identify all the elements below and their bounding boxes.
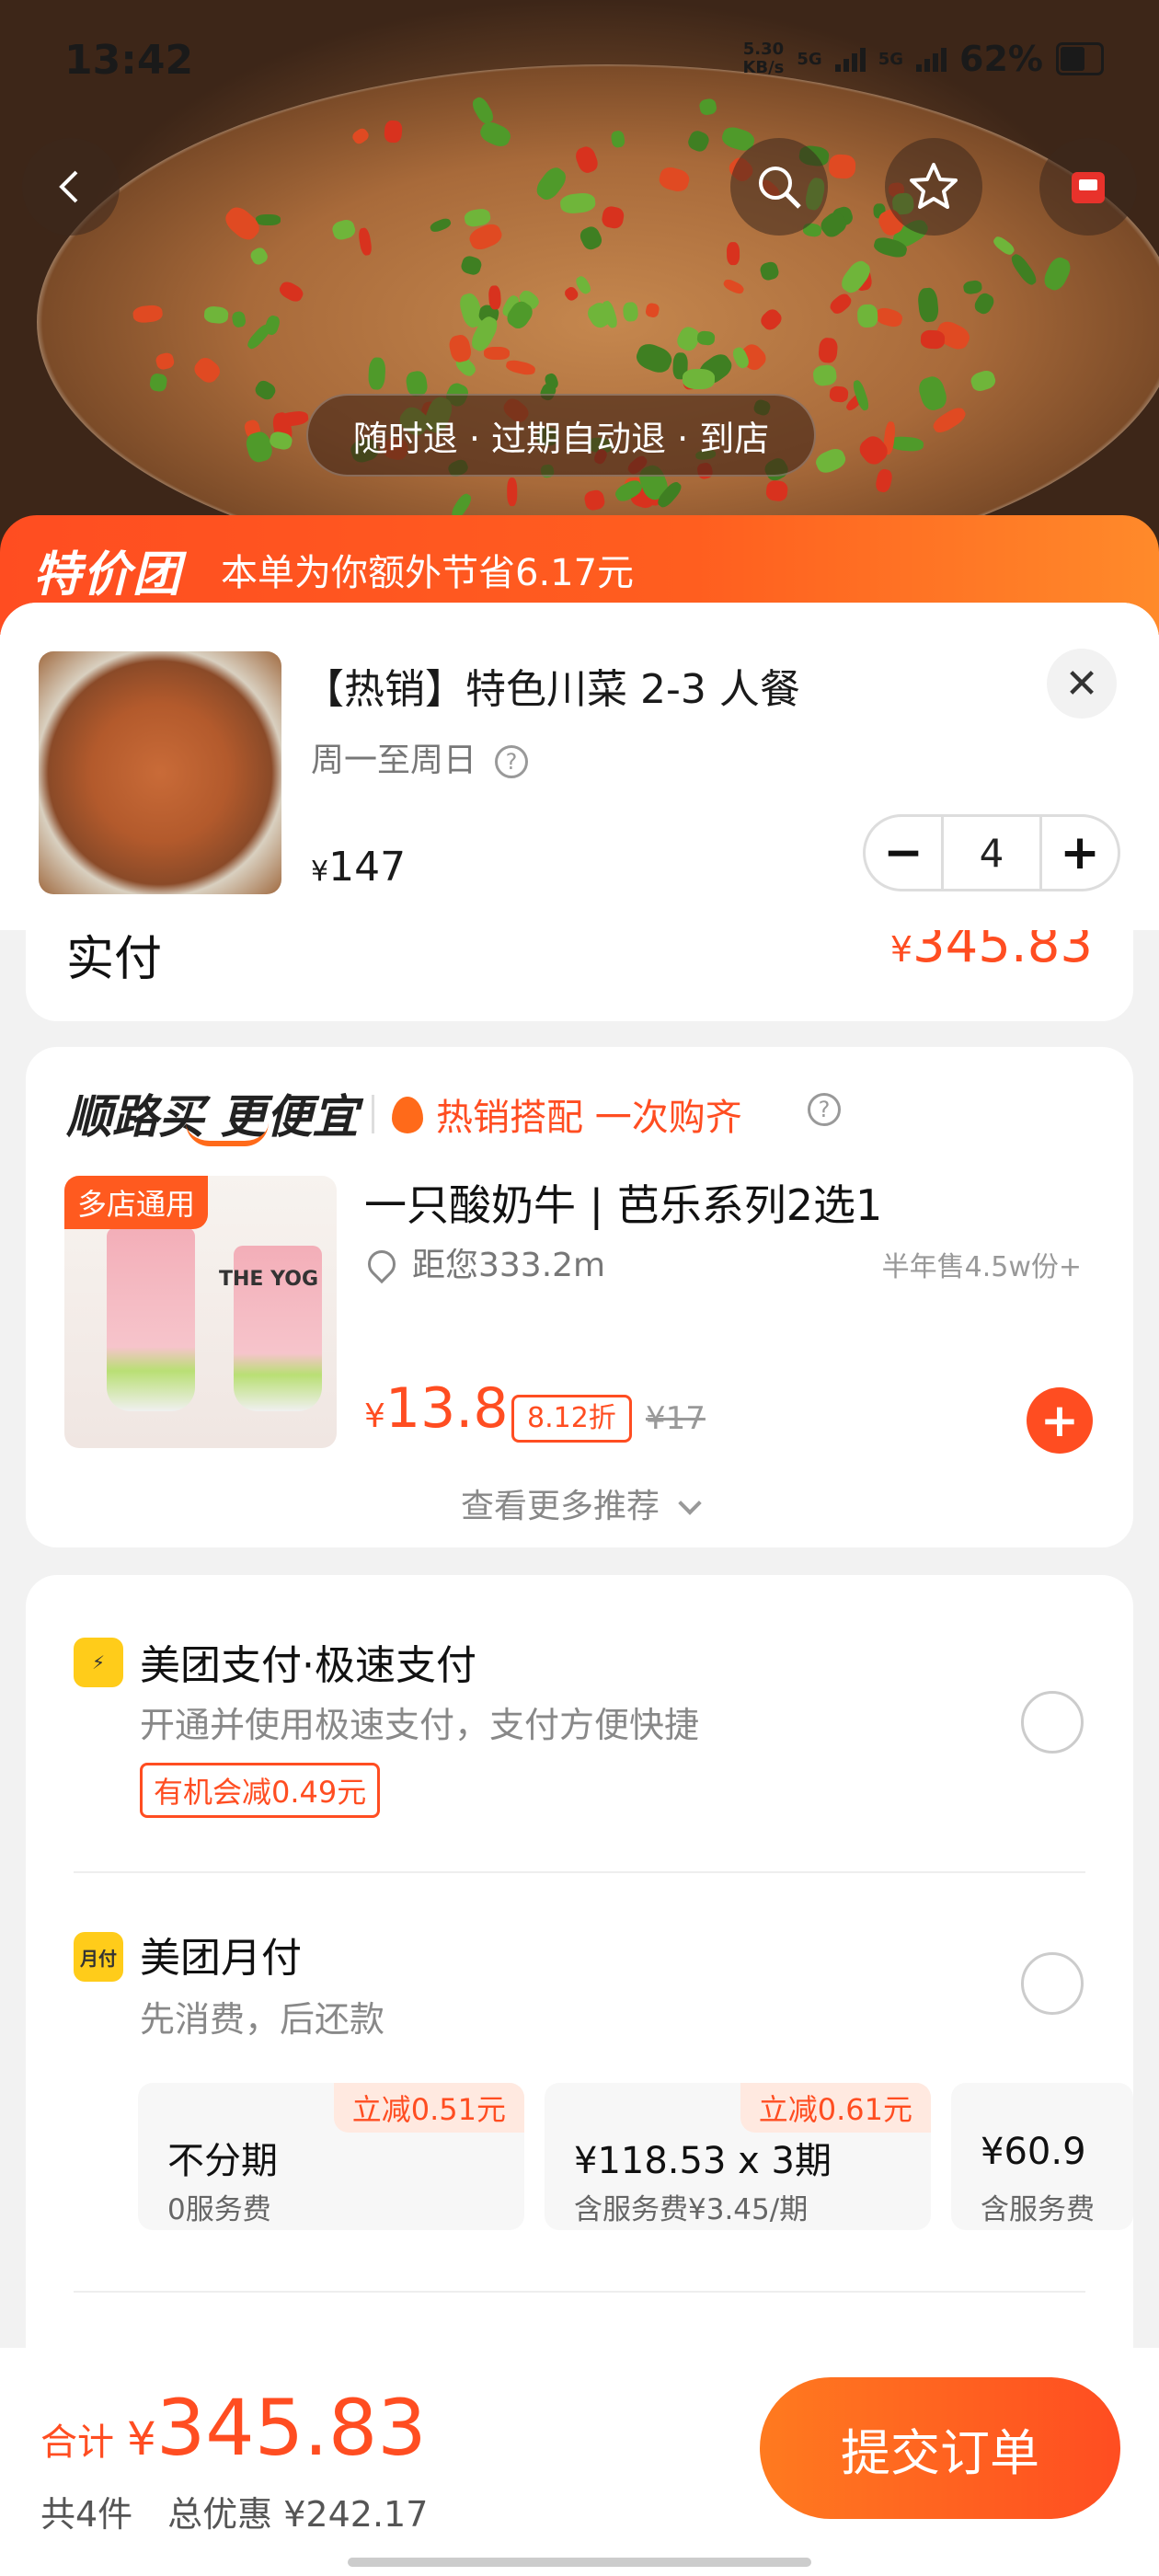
search-icon (759, 167, 801, 209)
chevron-left-icon (59, 170, 78, 203)
close-button[interactable]: ✕ (1047, 649, 1117, 719)
share-button[interactable] (1039, 138, 1137, 236)
garnish-speck (488, 284, 501, 310)
product-header: 【热销】特色川菜 2-3 人餐 周一至周日? ¥147 ✕ − 4 + (0, 603, 1159, 930)
monthly-pay-subtitle: 先消费，后还款 (140, 1999, 385, 2040)
combo-recommend-card: 顺路买 更便宜 热销搭配 一次购齐 ? THE YOG 多店通用 一只酸奶牛 |… (26, 1047, 1133, 1547)
combo-tagline: 热销搭配 一次购齐 (392, 1087, 742, 1141)
garnish-speck (818, 337, 839, 363)
garnish-speck (828, 153, 856, 179)
product-image (39, 651, 281, 894)
help-icon: ? (808, 1093, 841, 1126)
installment-option[interactable]: ¥60.9 含服务费 (951, 2083, 1133, 2230)
status-bar: 5.30 KB/s 5G 5G 62% (742, 39, 1104, 79)
submit-order-button[interactable]: 提交订单 (760, 2377, 1120, 2519)
garnish-speck (622, 301, 639, 322)
quantity-value[interactable]: 4 (941, 817, 1042, 889)
product-validity: 周一至周日? (311, 733, 529, 781)
garnish-speck (383, 120, 403, 144)
yogurt-sales: 半年售4.5w份+ (881, 1251, 1082, 1283)
installment-option[interactable]: 立减0.61元 ¥118.53 x 3期 含服务费¥3.45/期 (545, 2083, 931, 2230)
garnish-speck (726, 242, 740, 266)
fast-pay-subtitle: 开通并使用极速支付，支付方便快捷 (140, 1705, 700, 1745)
installment-discount: 立减0.51元 (333, 2083, 524, 2133)
divider (372, 1095, 374, 1133)
see-more-link[interactable]: 查看更多推荐 (26, 1479, 1133, 1527)
divider (74, 2291, 1085, 2293)
garnish-speck (856, 304, 878, 328)
garnish-speck (507, 477, 518, 506)
yogurt-price: ¥13.8 (364, 1376, 509, 1441)
hero-image: 13:42 5.30 KB/s 5G 5G 62% 随时退 · 过期自动退 · … (0, 0, 1159, 570)
help-icon[interactable]: ? (495, 745, 529, 778)
original-price: ¥17 (646, 1400, 706, 1437)
quantity-stepper: − 4 + (863, 814, 1120, 891)
product-title: 【热销】特色川菜 2-3 人餐 (304, 666, 800, 713)
installment-label: ¥118.53 x 3期 (574, 2140, 832, 2182)
multi-store-badge: 多店通用 (64, 1176, 209, 1229)
smile-underline (186, 1122, 269, 1146)
total-amount: ¥345.83 (127, 2383, 427, 2473)
monthly-pay-radio[interactable] (1021, 1952, 1084, 2015)
divider (74, 1871, 1085, 1873)
combo-brand: 顺路买 更便宜 (66, 1080, 358, 1146)
fast-pay-coupon: 有机会减0.49元 (140, 1763, 381, 1818)
installment-fee: 0服务费 (167, 2193, 271, 2226)
monthly-pay-title[interactable]: 美团月付 (140, 1925, 302, 1984)
decrease-button[interactable]: − (866, 817, 941, 889)
add-button[interactable]: + (1027, 1387, 1093, 1454)
net-speed: 5.30 KB/s (742, 40, 785, 77)
promo-logo: 特价团 (33, 547, 183, 603)
favorite-button[interactable] (885, 138, 982, 236)
yogurt-brand-label: THE YOG (219, 1268, 319, 1291)
signal-icon (916, 46, 947, 72)
search-button[interactable] (730, 138, 828, 236)
garnish-speck (696, 330, 716, 347)
star-icon (910, 163, 958, 209)
fast-pay-title[interactable]: 美团支付·极速支付 (140, 1632, 476, 1691)
location-pin-icon (361, 1244, 402, 1284)
signal-icon (834, 46, 866, 72)
monthly-pay-icon: 月付 (74, 1932, 123, 1982)
promo-savings: 本单为你额外节省6.17元 (221, 552, 635, 594)
installment-label: 不分期 (167, 2140, 278, 2182)
installment-option[interactable]: 立减0.51元 不分期 0服务费 (138, 2083, 524, 2230)
home-indicator[interactable] (348, 2558, 811, 2567)
battery-icon (1056, 42, 1104, 75)
status-time: 13:42 (64, 37, 194, 84)
back-button[interactable] (22, 138, 120, 236)
installment-discount: 立减0.61元 (740, 2083, 931, 2133)
total-label: 合计 (40, 2421, 114, 2464)
garnish-speck (256, 214, 281, 226)
fast-pay-radio[interactable] (1021, 1691, 1084, 1754)
installment-fee: 含服务费¥3.45/期 (574, 2193, 809, 2226)
yogurt-title[interactable]: 一只酸奶牛 | 芭乐系列2选1 (364, 1172, 882, 1233)
close-icon: ✕ (1064, 660, 1099, 707)
installment-fee: 含服务费 (981, 2193, 1095, 2226)
installment-label: ¥60.9 (981, 2131, 1086, 2173)
chevron-down-icon (678, 1491, 702, 1515)
garnish-speck (483, 347, 510, 361)
plus-icon: + (1040, 1394, 1079, 1447)
cup-image (107, 1227, 195, 1411)
checkout-bar: 合计 ¥345.83 共4件 总优惠 ¥242.17 提交订单 (0, 2348, 1159, 2576)
product-price: ¥147 (311, 844, 407, 891)
discount-badge: 8.12折 (511, 1395, 632, 1443)
yogurt-distance: 距您333.2m (361, 1238, 605, 1286)
garnish-speck (920, 329, 945, 350)
garnish-speck (828, 385, 849, 403)
refund-policy-pill: 随时退 · 过期自动退 · 到店 (306, 394, 816, 477)
fire-icon (392, 1097, 423, 1133)
payment-methods-card: ⚡ 美团支付·极速支付 开通并使用极速支付，支付方便快捷 有机会减0.49元 月… (26, 1575, 1133, 2366)
paid-label: 实付 (66, 932, 163, 987)
battery-percent: 62% (959, 39, 1043, 79)
order-summary: 共4件 总优惠 ¥242.17 (40, 2494, 429, 2535)
lightning-icon: ⚡ (74, 1638, 123, 1687)
garnish-speck (682, 368, 715, 390)
signal-label-2: 5G (878, 49, 904, 69)
signal-label-1: 5G (797, 49, 822, 69)
share-icon (1072, 172, 1105, 203)
combo-help[interactable]: ? (808, 1093, 841, 1126)
increase-button[interactable]: + (1042, 817, 1118, 889)
